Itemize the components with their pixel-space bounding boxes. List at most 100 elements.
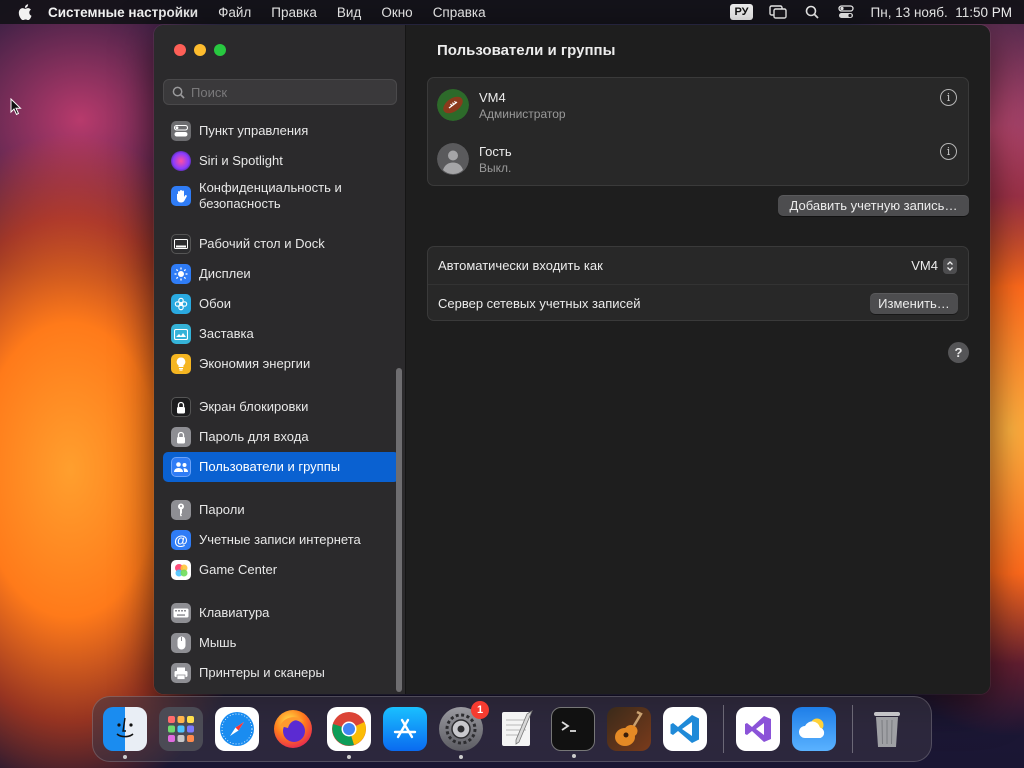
sidebar-item-energy-saver[interactable]: Экономия энергии xyxy=(163,349,399,379)
notification-badge: 1 xyxy=(471,701,489,719)
chrome-icon[interactable] xyxy=(327,707,371,759)
close-window-button[interactable] xyxy=(174,44,186,56)
game-center-icon xyxy=(171,560,191,580)
user-row-guest[interactable]: Гость Выкл. i xyxy=(428,132,968,186)
user-name: VM4 xyxy=(479,89,506,105)
sidebar-item-label: Дисплеи xyxy=(199,266,251,281)
finder-icon[interactable] xyxy=(103,707,147,759)
sidebar-item-game-center[interactable]: Game Center xyxy=(163,555,399,585)
lock-icon xyxy=(171,427,191,447)
sidebar-item-passwords[interactable]: Пароли xyxy=(163,495,399,525)
at-icon: @ xyxy=(171,530,191,550)
siri-icon xyxy=(171,151,191,171)
textedit-icon[interactable] xyxy=(495,707,539,751)
vscode-icon[interactable] xyxy=(663,707,707,751)
sidebar-item-login-password[interactable]: Пароль для входа xyxy=(163,422,399,452)
apple-icon[interactable] xyxy=(18,4,32,20)
sidebar-item-lock-screen[interactable]: Экран блокировки xyxy=(163,392,399,422)
screensaver-icon xyxy=(171,324,191,344)
dock-separator xyxy=(723,705,724,753)
dock: 1 xyxy=(92,696,932,762)
sidebar-item-label: Конфиденциальность и безопасность xyxy=(199,180,342,211)
settings-window: Пункт управления Siri и Spotlight Конфид… xyxy=(154,25,990,694)
menu-view[interactable]: Вид xyxy=(337,5,361,20)
running-indicator xyxy=(459,755,463,759)
search-input[interactable] xyxy=(191,84,391,100)
sidebar-item-displays[interactable]: Дисплеи xyxy=(163,259,399,289)
sidebar-item-label: Мышь xyxy=(199,635,237,650)
sidebar-item-label: Обои xyxy=(199,296,232,311)
control-center-icon xyxy=(171,121,191,141)
auto-login-value: VM4 xyxy=(911,258,938,273)
screen-mirroring-icon[interactable] xyxy=(768,5,787,19)
minimize-window-button[interactable] xyxy=(194,44,206,56)
terminal-icon[interactable] xyxy=(551,707,595,758)
running-indicator xyxy=(347,755,351,759)
safari-icon[interactable] xyxy=(215,707,259,751)
sidebar-item-label: Рабочий стол и Dock xyxy=(199,236,325,251)
user-text: Гость Выкл. xyxy=(479,143,512,176)
sidebar-item-keyboard[interactable]: Клавиатура xyxy=(163,598,399,628)
garageband-icon[interactable] xyxy=(607,707,651,751)
user-text: VM4 Администратор xyxy=(479,89,566,122)
menu-edit[interactable]: Правка xyxy=(271,5,317,20)
sidebar-scrollbar[interactable] xyxy=(396,368,402,692)
key-icon xyxy=(171,500,191,520)
auto-login-popup[interactable]: VM4 xyxy=(911,257,957,274)
info-icon[interactable]: i xyxy=(940,89,957,106)
user-role: Выкл. xyxy=(479,160,512,175)
keyboard-layout-badge[interactable]: РУ xyxy=(730,4,753,20)
sidebar-item-label: Экран блокировки xyxy=(199,399,309,414)
firefox-icon[interactable] xyxy=(271,707,315,751)
app-name-menu[interactable]: Системные настройки xyxy=(48,5,198,20)
sidebar-item-label: Пользователи и группы xyxy=(199,459,341,474)
auto-login-label: Автоматически входить как xyxy=(438,258,603,273)
menu-file[interactable]: Файл xyxy=(218,5,251,20)
lock-screen-icon xyxy=(171,397,191,417)
flower-icon xyxy=(171,294,191,314)
search-field[interactable] xyxy=(163,79,397,105)
sidebar-item-mouse[interactable]: Мышь xyxy=(163,628,399,658)
weather-icon[interactable] xyxy=(792,707,836,751)
sidebar-item-label: Пароль для входа xyxy=(199,429,309,444)
menu-window[interactable]: Окно xyxy=(381,5,412,20)
sidebar-item-desktop-dock[interactable]: Рабочий стол и Dock xyxy=(163,229,399,259)
control-center-icon[interactable] xyxy=(837,5,855,19)
sidebar-item-label: Game Center xyxy=(199,562,278,577)
sidebar-item-users-groups[interactable]: Пользователи и группы xyxy=(163,452,399,482)
sun-icon xyxy=(171,264,191,284)
clock-label[interactable]: Пн, 13 нояб. 11:50 PM xyxy=(871,5,1012,20)
app-store-icon[interactable] xyxy=(383,707,427,751)
mouse-cursor-icon xyxy=(10,98,22,116)
zoom-window-button[interactable] xyxy=(214,44,226,56)
sidebar-item-internet-accounts[interactable]: @ Учетные записи интернета xyxy=(163,525,399,555)
search-icon xyxy=(172,86,185,99)
bulb-icon xyxy=(171,354,191,374)
sidebar-item-printers-scanners[interactable]: Принтеры и сканеры xyxy=(163,658,399,688)
sidebar-item-wallpaper[interactable]: Обои xyxy=(163,289,399,319)
change-button[interactable]: Изменить… xyxy=(870,293,958,314)
user-row-vm4[interactable]: VM4 Администратор i xyxy=(428,78,968,132)
sidebar-item-label: Siri и Spotlight xyxy=(199,153,283,168)
sidebar-item-control-center[interactable]: Пункт управления xyxy=(163,116,399,146)
menu-help[interactable]: Справка xyxy=(433,5,486,20)
sidebar-item-label: Учетные записи интернета xyxy=(199,532,361,547)
launchpad-icon[interactable] xyxy=(159,707,203,751)
user-role: Администратор xyxy=(479,106,566,121)
search-icon[interactable] xyxy=(803,5,821,19)
visual-studio-icon[interactable] xyxy=(736,707,780,751)
keyboard-icon xyxy=(171,603,191,623)
help-button[interactable]: ? xyxy=(948,342,969,363)
trash-icon[interactable] xyxy=(865,707,909,751)
sidebar-item-siri-spotlight[interactable]: Siri и Spotlight xyxy=(163,146,399,176)
user-name: Гость xyxy=(479,143,512,159)
info-icon[interactable]: i xyxy=(940,143,957,160)
sidebar-item-label: Экономия энергии xyxy=(199,356,311,371)
sidebar-item-label: Клавиатура xyxy=(199,605,270,620)
users-list: VM4 Администратор i Гость Выкл. i xyxy=(427,77,969,186)
add-account-button[interactable]: Добавить учетную запись… xyxy=(778,195,969,216)
sidebar-item-label: Пункт управления xyxy=(199,123,309,138)
sidebar-item-privacy-security[interactable]: Конфиденциальность и безопасность xyxy=(163,176,399,216)
sidebar-item-screensaver[interactable]: Заставка xyxy=(163,319,399,349)
system-settings-icon[interactable]: 1 xyxy=(439,701,489,759)
